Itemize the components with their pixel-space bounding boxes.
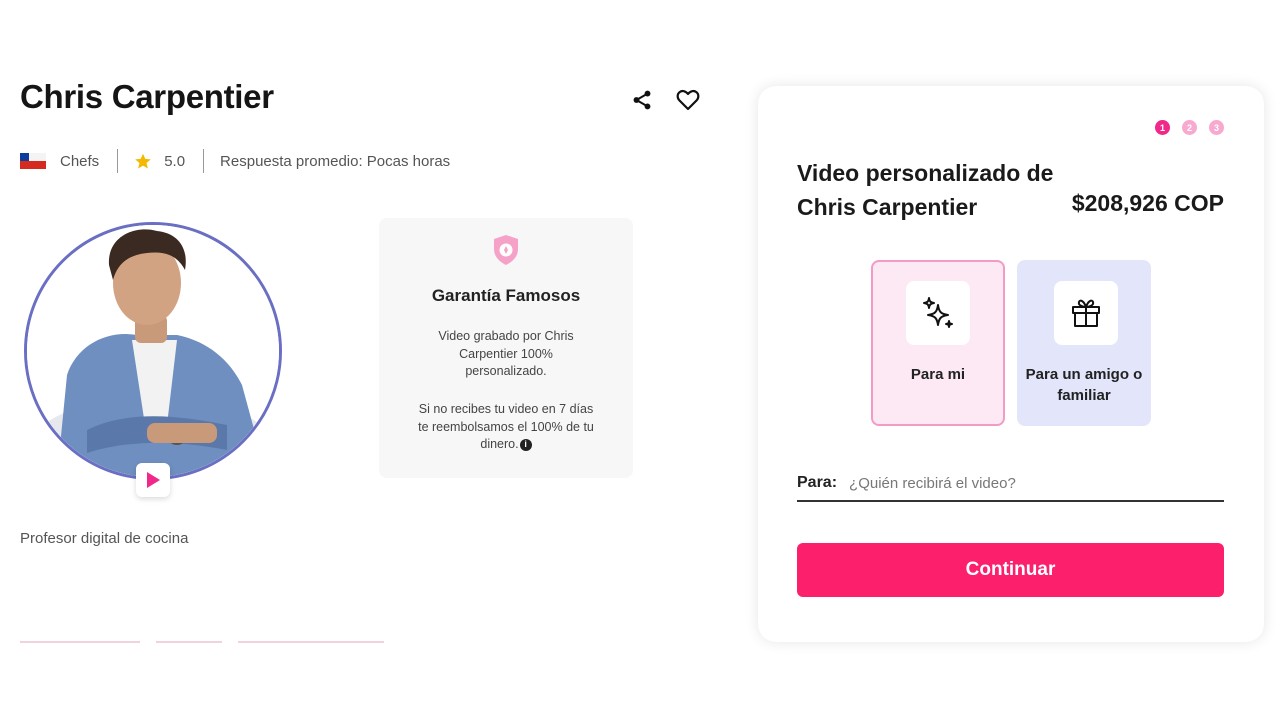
profile-actions [628,86,702,114]
info-icon[interactable]: i [519,438,532,451]
shield-icon [494,235,518,265]
option-for-me-label: Para mi [910,366,966,383]
share-icon[interactable] [628,86,656,114]
tab-underline [20,641,140,643]
guarantee-text-2: Si no recibes tu video en 7 días te reem… [418,402,594,451]
profile-meta: Chefs 5.0 Respuesta promedio: Pocas hora… [20,148,450,174]
option-for-friend-label: Para un amigo o familiar [1025,366,1143,404]
recipient-label: Para: [797,474,838,491]
option-for-me[interactable]: Para mi [871,260,1005,426]
step-3: 3 [1209,120,1224,135]
recipient-input[interactable] [849,474,1224,492]
gift-icon [1054,281,1118,345]
avatar[interactable] [24,222,282,480]
celebrity-name: Chris Carpentier [20,78,274,115]
heart-icon[interactable] [674,86,702,114]
tab-underline [238,641,384,643]
bottom-tabs-strip [20,641,384,643]
category-link[interactable]: Chefs [60,153,99,170]
play-icon [147,472,160,488]
option-for-friend[interactable]: Para un amigo o familiar [1017,260,1151,426]
order-card: 1 2 3 Video personalizado de Chris Carpe… [758,86,1264,642]
step-1: 1 [1155,120,1170,135]
response-time: Respuesta promedio: Pocas horas [220,152,451,170]
guarantee-title: Garantía Famosos [431,286,581,305]
step-indicator: 1 2 3 [1155,120,1224,135]
play-video-button[interactable] [136,463,170,497]
guarantee-text-1: Video grabado por Chris Carpentier 100% … [438,329,574,378]
rating-value: 5.0 [164,152,186,170]
price: $208,926 COP [1071,190,1224,216]
star-icon [134,153,152,170]
chile-flag-icon [20,153,46,169]
divider [203,149,205,173]
tab-underline [156,641,222,643]
step-2: 2 [1182,120,1197,135]
recipient-row: Para: [797,466,1224,502]
order-title: Video personalizado de Chris Carpentier [797,160,1054,220]
guarantee-card: Garantía Famosos Video grabado por Chris… [379,218,633,478]
continue-button[interactable]: Continuar [797,543,1224,597]
divider [117,149,119,173]
bio-text: Profesor digital de cocina [20,530,189,547]
sparkles-icon [906,281,970,345]
